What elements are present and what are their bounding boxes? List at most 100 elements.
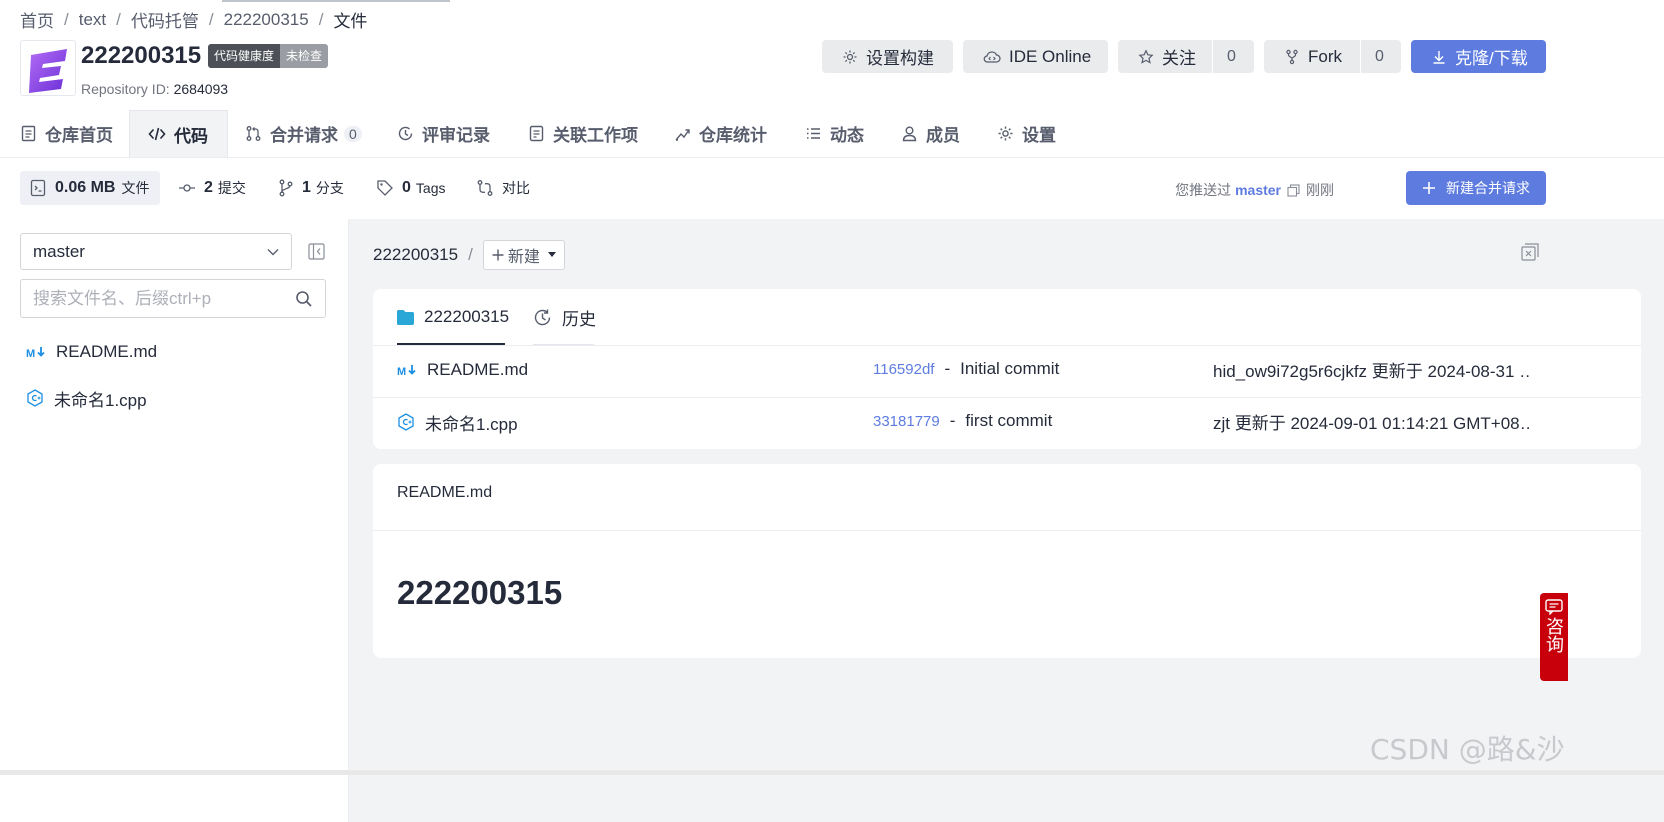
commits-label: 提交 xyxy=(217,180,246,196)
tree-item-readme[interactable]: M README.md xyxy=(26,339,157,365)
file-name-cell[interactable]: M README.md xyxy=(397,346,528,394)
tags-label: Tags xyxy=(415,180,446,196)
breadcrumb-codehub[interactable]: 代码托管 xyxy=(131,7,199,32)
path-root[interactable]: 222200315 xyxy=(373,245,458,265)
fork-button[interactable]: Fork 0 xyxy=(1264,40,1401,73)
fullscreen-icon[interactable] xyxy=(1521,243,1539,261)
tab-repo-stats[interactable]: 仓库统计 xyxy=(674,110,767,157)
merge-request-count: 0 xyxy=(344,125,362,142)
divider xyxy=(373,530,1641,531)
table-row[interactable]: M README.md 116592df - Initial commit hi… xyxy=(373,346,1641,400)
breadcrumb-project[interactable]: text xyxy=(79,10,106,30)
file-name-cell[interactable]: 未命名1.cpp xyxy=(397,398,518,446)
follow-count[interactable]: 0 xyxy=(1212,40,1250,73)
health-label: 代码健康度 xyxy=(208,44,281,68)
tab-linked-workitems[interactable]: 关联工作项 xyxy=(528,110,638,157)
commit-hash[interactable]: 116592df xyxy=(873,361,934,378)
new-merge-request-button[interactable]: 新建合并请求 xyxy=(1406,171,1546,205)
tab-label: 关联工作项 xyxy=(553,126,638,145)
breadcrumb-separator: / xyxy=(318,9,324,29)
markdown-icon: M xyxy=(26,346,46,358)
history-icon xyxy=(533,308,552,327)
tab-label: 设置 xyxy=(1022,126,1056,145)
review-icon xyxy=(397,125,414,142)
file-icon xyxy=(20,125,37,142)
new-file-button[interactable]: 新建 xyxy=(482,240,565,270)
svg-text:M: M xyxy=(397,366,406,376)
tag-icon xyxy=(376,179,394,197)
fork-count[interactable]: 0 xyxy=(1360,40,1398,73)
follow-label: 关注 xyxy=(1162,49,1196,68)
archive-icon xyxy=(29,179,47,197)
cpp-icon xyxy=(397,413,415,431)
branches-label: 分支 xyxy=(315,180,344,196)
tab-review-records[interactable]: 评审记录 xyxy=(397,110,490,157)
repo-size[interactable]: 0.06 MB 文件 xyxy=(20,171,160,205)
settings-build-button[interactable]: 设置构建 xyxy=(822,40,953,73)
dash: - xyxy=(949,411,956,430)
tab-history-label: 历史 xyxy=(562,309,596,329)
tree-item-label: 未命名1.cpp xyxy=(54,390,147,410)
search-icon[interactable] xyxy=(295,290,313,308)
clone-download-button[interactable]: 克隆/下载 xyxy=(1411,40,1546,73)
collapse-sidebar-icon[interactable] xyxy=(308,243,325,260)
tab-code[interactable]: 代码 xyxy=(129,110,228,157)
commits-stat[interactable]: 2 提交 xyxy=(178,171,246,205)
breadcrumb: 首页 / text / 代码托管 / 222200315 / 文件 xyxy=(20,7,367,32)
commit-cell: 116592df - Initial commit xyxy=(873,346,1059,392)
branch-selector[interactable]: master xyxy=(20,233,292,270)
consult-label: 咨询 xyxy=(1544,617,1564,653)
ide-online-button[interactable]: IDE Online xyxy=(963,40,1108,73)
follow-button[interactable]: 关注 0 xyxy=(1118,40,1254,73)
file-list-card: 222200315 历史 M README.md 116592df - Init… xyxy=(373,289,1641,449)
new-merge-request-label: 新建合并请求 xyxy=(1446,180,1530,196)
tab-history[interactable]: 历史 xyxy=(533,289,596,345)
table-row[interactable]: 未命名1.cpp 33181779 - first commit zjt 更新于… xyxy=(373,398,1641,452)
fork-label: Fork xyxy=(1308,46,1342,66)
workitem-icon xyxy=(528,125,545,142)
watermark: CSDN @路&沙 xyxy=(1370,733,1565,766)
settings-build-label: 设置构建 xyxy=(866,49,934,68)
compare-icon xyxy=(476,179,494,197)
commit-hash[interactable]: 33181779 xyxy=(873,413,940,430)
tab-activity[interactable]: 动态 xyxy=(805,110,864,157)
tab-merge-requests[interactable]: 合并请求 0 xyxy=(245,110,362,157)
breadcrumb-separator: / xyxy=(64,9,69,29)
tab-settings[interactable]: 设置 xyxy=(997,110,1056,157)
breadcrumb-repo[interactable]: 222200315 xyxy=(224,10,309,30)
code-icon xyxy=(148,126,166,142)
push-time: 刚刚 xyxy=(1306,182,1334,198)
cloud-icon xyxy=(983,49,1001,65)
file-search[interactable] xyxy=(20,279,326,318)
tab-files[interactable]: 222200315 xyxy=(397,289,509,345)
tree-item-cpp[interactable]: 未命名1.cpp xyxy=(26,385,147,411)
path-separator: / xyxy=(468,245,473,264)
consult-button[interactable]: 咨询 xyxy=(1540,593,1568,681)
copy-icon[interactable] xyxy=(1287,183,1300,197)
push-notice: 您推送过 master 刚刚 xyxy=(1175,180,1334,200)
clone-download-label: 克隆/下载 xyxy=(1455,49,1528,68)
branches-stat[interactable]: 1 分支 xyxy=(278,171,344,205)
plus-icon xyxy=(1422,181,1436,195)
commit-message: Initial commit xyxy=(960,359,1060,378)
breadcrumb-home[interactable]: 首页 xyxy=(20,7,54,32)
tags-stat[interactable]: 0 Tags xyxy=(376,171,445,205)
repo-id: Repository ID: 2684093 xyxy=(81,81,228,97)
ide-online-label: IDE Online xyxy=(1009,46,1092,66)
tab-label: 评审记录 xyxy=(422,126,490,145)
health-badge[interactable]: 代码健康度 未检查 xyxy=(208,44,329,68)
tab-repo-home[interactable]: 仓库首页 xyxy=(20,110,113,157)
readme-title: README.md xyxy=(397,484,493,501)
readme-heading: 222200315 xyxy=(397,574,563,611)
compare-link[interactable]: 对比 xyxy=(476,171,530,205)
new-file-label: 新建 xyxy=(507,249,540,266)
breadcrumb-current: 文件 xyxy=(333,12,368,31)
push-branch[interactable]: master xyxy=(1235,182,1281,198)
file-search-input[interactable] xyxy=(33,288,295,309)
tab-files-label: 222200315 xyxy=(424,307,510,326)
fork-icon xyxy=(1284,49,1300,65)
repo-logo xyxy=(20,40,76,96)
repo-size-value: 0.06 MB xyxy=(55,179,116,196)
tab-members[interactable]: 成员 xyxy=(901,110,960,157)
list-icon xyxy=(805,125,822,142)
